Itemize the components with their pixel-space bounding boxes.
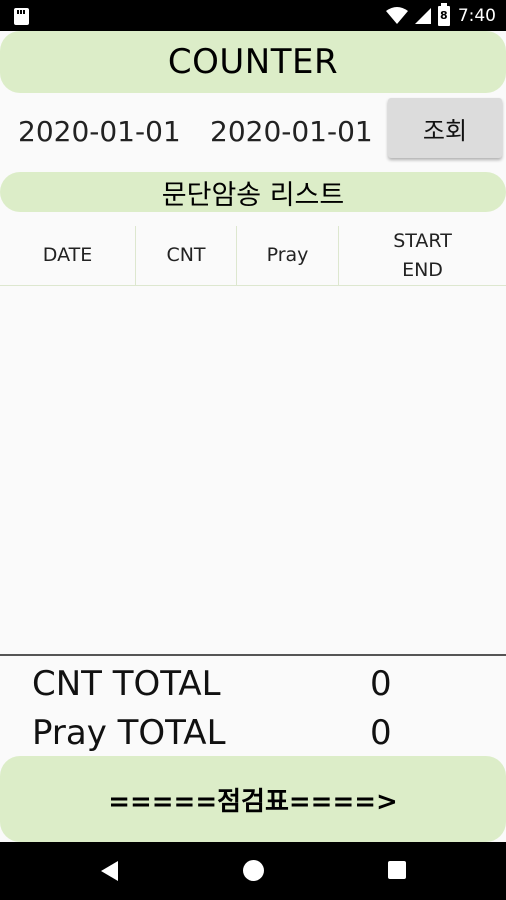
column-header-cnt: CNT <box>136 226 236 285</box>
status-bar: 8 7:40 <box>0 0 506 31</box>
column-header-date: DATE <box>0 226 135 285</box>
signal-icon <box>414 7 431 24</box>
back-icon[interactable] <box>101 861 118 881</box>
search-button[interactable]: 조회 <box>388 98 502 158</box>
recents-icon[interactable] <box>388 861 406 879</box>
column-start-label: START <box>393 229 452 252</box>
column-date-label: DATE <box>42 244 93 266</box>
list-title: 문단암송 리스트 <box>0 172 506 212</box>
table-header: DATE CNT Pray START END <box>0 226 506 286</box>
cnt-total-label: CNT TOTAL <box>32 664 221 704</box>
battery-icon: 8 <box>437 2 450 26</box>
app-title: COUNTER <box>0 31 506 93</box>
column-header-pray: Pray <box>237 226 338 285</box>
wifi-icon <box>385 6 408 24</box>
sd-card-icon <box>14 8 29 25</box>
start-date[interactable]: 2020-01-01 <box>18 115 181 148</box>
column-end-label: END <box>402 258 443 281</box>
pray-total-value: 0 <box>370 713 392 753</box>
cnt-total-value: 0 <box>370 664 392 704</box>
record-list[interactable] <box>0 286 506 654</box>
home-icon[interactable] <box>243 860 264 881</box>
checklist-button[interactable]: =====점검표====> <box>0 756 506 842</box>
battery-level: 8 <box>439 9 448 22</box>
status-time: 7:40 <box>457 5 496 26</box>
column-header-start-end: START END <box>339 226 506 285</box>
end-date[interactable]: 2020-01-01 <box>210 115 373 148</box>
navigation-bar <box>0 842 506 900</box>
column-cnt-label: CNT <box>166 244 206 266</box>
divider <box>0 654 506 656</box>
pray-total-label: Pray TOTAL <box>32 713 226 753</box>
column-pray-label: Pray <box>266 244 309 266</box>
